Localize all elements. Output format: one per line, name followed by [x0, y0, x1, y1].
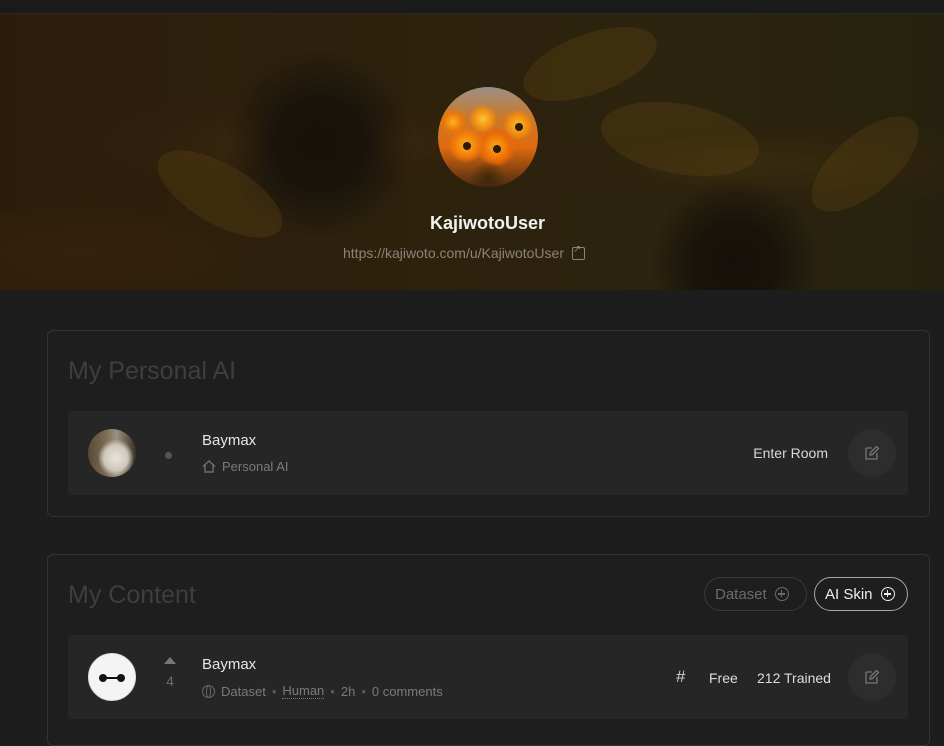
ai-name[interactable]: Baymax — [202, 432, 256, 449]
content-name[interactable]: Baymax — [202, 656, 256, 673]
separator: • — [361, 683, 366, 699]
profile-link[interactable]: https://kajiwoto.com/u/KajiwotoUser — [343, 244, 585, 261]
content-avatar[interactable] — [88, 653, 136, 701]
ai-type: Personal AI — [222, 459, 289, 474]
hash-icon[interactable]: # — [676, 667, 685, 687]
plus-circle-icon — [880, 587, 895, 601]
edit-icon — [865, 669, 880, 684]
ai-skin-button-label: AI Skin — [825, 585, 873, 603]
separator: • — [271, 683, 277, 699]
ai-avatar[interactable] — [88, 429, 136, 477]
content-meta: Dataset • Human • 2h • 0 comments — [202, 683, 443, 699]
my-content-card: My Content Dataset AI Skin 4 Baymax Data… — [47, 554, 930, 746]
personal-ai-row[interactable]: Baymax Personal AI Enter Room — [68, 411, 908, 495]
add-dataset-button[interactable]: Dataset — [704, 577, 807, 611]
vote-count: 4 — [166, 673, 174, 689]
home-icon — [202, 460, 216, 473]
enter-room-button[interactable]: Enter Room — [753, 445, 828, 461]
separator: • — [330, 683, 335, 699]
globe-icon — [202, 684, 215, 698]
top-bar — [0, 0, 944, 14]
my-content-title: My Content — [68, 581, 196, 609]
content-audience[interactable]: Human — [282, 683, 325, 699]
add-ai-skin-button[interactable]: AI Skin — [814, 577, 908, 611]
content-row[interactable]: 4 Baymax Dataset • Human • 2h • 0 commen… — [68, 635, 908, 719]
upvote-arrow-icon[interactable] — [164, 657, 176, 664]
content-comments[interactable]: 0 comments — [372, 684, 443, 699]
edit-ai-button[interactable] — [848, 429, 896, 477]
content-type: Dataset — [221, 683, 266, 699]
personal-ai-card: My Personal AI Baymax Personal AI Enter … — [47, 330, 930, 517]
content-age: 2h — [340, 683, 356, 699]
plus-circle-icon — [774, 587, 789, 601]
edit-content-button[interactable] — [848, 653, 896, 701]
ai-meta: Personal AI — [202, 459, 289, 474]
vote-widget: 4 — [160, 657, 180, 689]
external-link-icon[interactable] — [571, 244, 585, 260]
dataset-button-label: Dataset — [715, 585, 767, 603]
profile-url-text[interactable]: https://kajiwoto.com/u/KajiwotoUser — [343, 245, 564, 261]
status-dot — [165, 452, 172, 459]
personal-ai-title: My Personal AI — [68, 357, 237, 385]
price-label: Free — [709, 670, 738, 686]
trained-count: 212 Trained — [757, 670, 831, 686]
profile-avatar[interactable] — [438, 87, 538, 187]
profile-username: KajiwotoUser — [429, 213, 546, 233]
edit-icon — [865, 445, 880, 460]
profile-banner: KajiwotoUser https://kajiwoto.com/u/Kaji… — [0, 14, 944, 290]
